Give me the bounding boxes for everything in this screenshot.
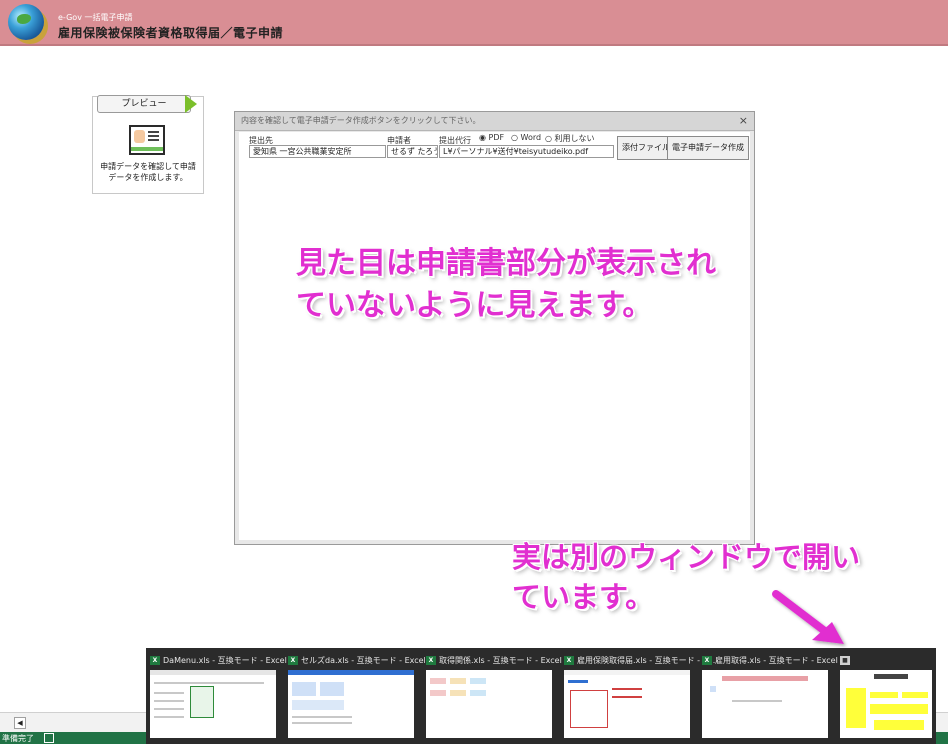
taskbar-thumb-active-window[interactable]: ■ bbox=[836, 648, 932, 744]
dialog-body: 提出先 愛知県 一宮公共職業安定所 申請者 せるず たろう 提出代行 L¥パーソ… bbox=[239, 132, 750, 540]
thumb-preview bbox=[150, 670, 276, 738]
excel-icon: X bbox=[288, 655, 298, 665]
thumb-title: 雇用取得.xls - 互換モード - Excel bbox=[715, 655, 838, 665]
dialog-title-bar: 内容を確認して電子申請データ作成ボタンをクリックして下さい。 × bbox=[235, 112, 754, 131]
thumb-title: 雇用保険取得届.xls - 互換モード - E... bbox=[577, 655, 716, 665]
applicant-card-icon[interactable] bbox=[129, 125, 165, 155]
taskbar-thumbnail-strip: X DaMenu.xls - 互換モード - Excel X セルズda.xls… bbox=[146, 648, 936, 744]
taskbar-thumb-koyou-hoken[interactable]: X 雇用保険取得届.xls - 互換モード - E... bbox=[560, 648, 715, 744]
applicant-field[interactable]: せるず たろう bbox=[387, 145, 438, 158]
proxy-file-field[interactable]: L¥パーソナル¥送付¥teisyutudeiko.pdf bbox=[439, 145, 614, 158]
taskbar-thumb-koyou-shutoku[interactable]: X 雇用取得.xls - 互換モード - Excel bbox=[698, 648, 838, 744]
excel-icon: X bbox=[150, 655, 160, 665]
thumb-preview bbox=[702, 670, 828, 738]
thumb-title: 取得関係.xls - 互換モード - Excel bbox=[439, 655, 562, 665]
app-header: e-Gov 一括電子申請 雇用保険被保険者資格取得届／電子申請 bbox=[0, 0, 948, 46]
thumb-preview bbox=[426, 670, 552, 738]
thumb-preview bbox=[564, 670, 690, 738]
submit-to-field[interactable]: 愛知県 一宮公共職業安定所 bbox=[249, 145, 386, 158]
annotation-note-1: 見た目は申請書部分が表示されていないように見えます。 bbox=[296, 246, 716, 323]
page-title: 雇用保険被保険者資格取得届／電子申請 bbox=[58, 26, 284, 40]
status-text: 準備完了 bbox=[2, 734, 34, 743]
thumb-preview bbox=[840, 670, 932, 738]
thumb-preview bbox=[288, 670, 414, 738]
taskbar-thumb-cellsda[interactable]: X セルズda.xls - 互換モード - Excel bbox=[284, 648, 426, 744]
dialog-title: 内容を確認して電子申請データ作成ボタンをクリックして下さい。 bbox=[241, 116, 481, 125]
preview-card[interactable]: プレビュー 申請データを確認して申請データを作成します。 bbox=[92, 95, 204, 194]
radio-pdf[interactable]: ◉ PDF bbox=[479, 133, 504, 142]
excel-icon: X bbox=[564, 655, 574, 665]
macro-record-icon[interactable] bbox=[44, 733, 54, 743]
preview-description: 申請データを確認して申請データを作成します。 bbox=[100, 162, 196, 182]
create-data-button[interactable]: 電子申請データ作成 bbox=[667, 136, 749, 160]
radio-none[interactable]: ○ 利用しない bbox=[545, 133, 595, 144]
excel-icon: X bbox=[702, 655, 712, 665]
taskbar-thumb-damenu[interactable]: X DaMenu.xls - 互換モード - Excel bbox=[146, 648, 287, 744]
close-icon[interactable]: × bbox=[739, 112, 748, 130]
preview-arrow-icon bbox=[185, 95, 197, 113]
thumb-title: セルズda.xls - 互換モード - Excel bbox=[301, 655, 426, 665]
excel-icon: X bbox=[426, 655, 436, 665]
thumb-title: DaMenu.xls - 互換モード - Excel bbox=[163, 655, 287, 665]
header-subtitle: e-Gov 一括電子申請 bbox=[58, 13, 133, 22]
globe-icon bbox=[8, 4, 44, 40]
taskbar-thumb-shutoku[interactable]: X 取得関係.xls - 互換モード - Excel bbox=[422, 648, 562, 744]
scroll-left-button[interactable]: ◀ bbox=[14, 717, 26, 729]
window-icon: ■ bbox=[840, 655, 850, 665]
preview-tab[interactable]: プレビュー bbox=[97, 95, 191, 113]
confirm-dialog: 内容を確認して電子申請データ作成ボタンをクリックして下さい。 × 提出先 愛知県… bbox=[234, 111, 755, 545]
radio-word[interactable]: ○ Word bbox=[511, 133, 541, 142]
pointer-arrow-icon bbox=[772, 590, 844, 644]
